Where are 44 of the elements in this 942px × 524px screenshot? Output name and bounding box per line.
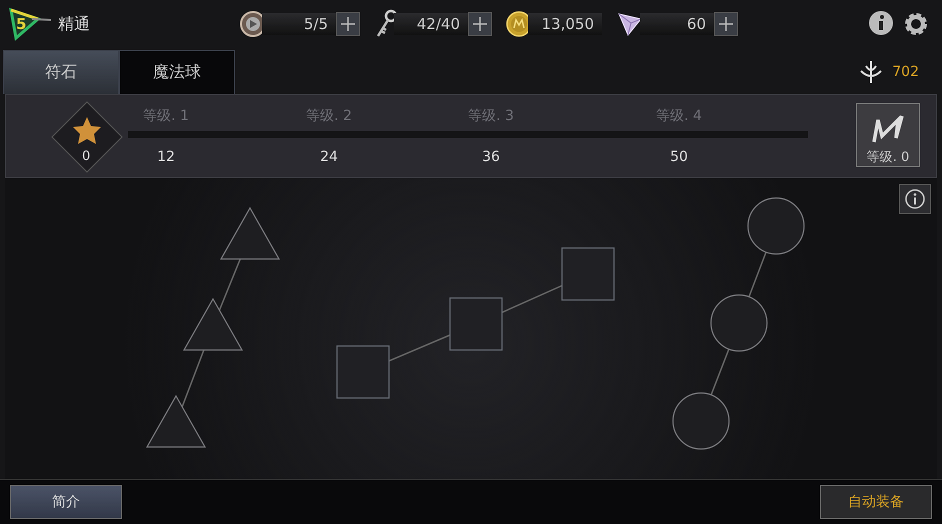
milestone-value: 24 xyxy=(320,149,338,165)
triangle-slot[interactable] xyxy=(182,298,244,351)
power-value: 702 xyxy=(892,64,919,80)
plus-icon xyxy=(473,17,487,31)
page-title: 精通 xyxy=(58,14,90,34)
intro-button[interactable]: 简介 xyxy=(10,485,122,519)
plus-icon xyxy=(719,17,733,31)
info-icon[interactable] xyxy=(868,10,894,36)
square-slot[interactable] xyxy=(449,297,503,351)
triangle-slot[interactable] xyxy=(146,394,206,448)
triangle-slot[interactable] xyxy=(220,206,280,260)
square-slot[interactable] xyxy=(561,247,615,301)
add-button[interactable] xyxy=(468,12,492,36)
tab[interactable]: 符石 xyxy=(3,50,119,94)
resource-value: 13,050 xyxy=(528,13,602,35)
tab[interactable]: 魔法球 xyxy=(119,50,235,94)
milestone-label: 等级. 1 xyxy=(143,107,189,125)
badge-icon xyxy=(8,7,52,41)
milestone-label: 等级. 4 xyxy=(656,107,702,125)
level-badge-number: 5 xyxy=(16,15,26,33)
add-button[interactable] xyxy=(714,12,738,36)
settings-icon[interactable] xyxy=(902,10,930,38)
star-diamond-icon xyxy=(51,101,123,173)
circle-slot[interactable] xyxy=(747,197,805,255)
milestone-value: 50 xyxy=(670,149,688,165)
milestone-label: 等级. 2 xyxy=(306,107,352,125)
info-icon xyxy=(905,189,925,209)
resource-value: 42/40 xyxy=(394,13,468,35)
resource-value: 60 xyxy=(640,13,714,35)
resource-value: 5/5 xyxy=(262,13,336,35)
circle-slot[interactable] xyxy=(710,294,768,352)
milestone-value: 12 xyxy=(157,149,175,165)
square-slot[interactable] xyxy=(336,345,390,399)
milestone-value: 36 xyxy=(482,149,500,165)
key-icon xyxy=(374,9,398,39)
auto-equip-button[interactable]: 自动装备 xyxy=(820,485,932,519)
star-count: 0 xyxy=(82,149,90,164)
trident-icon xyxy=(858,59,884,85)
add-button[interactable] xyxy=(336,12,360,36)
info-button[interactable] xyxy=(899,184,931,214)
circle-slot[interactable] xyxy=(672,392,730,450)
rank-button[interactable]: 等级. 0 xyxy=(856,103,920,167)
plus-icon xyxy=(341,17,355,31)
milestone-label: 等级. 3 xyxy=(468,107,514,125)
